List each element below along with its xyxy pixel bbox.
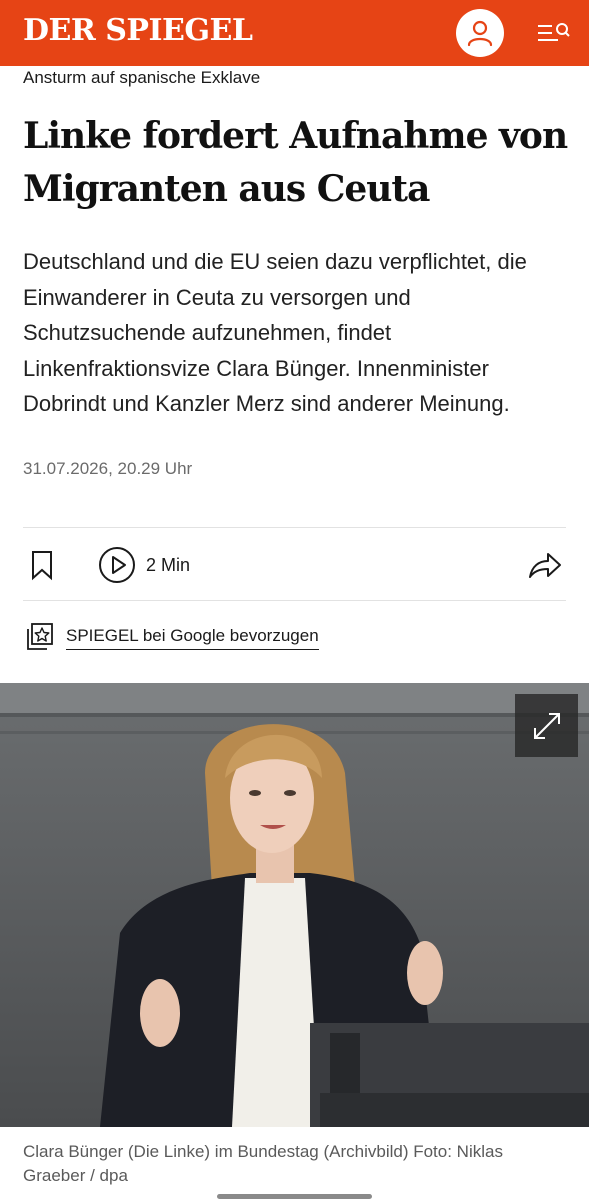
divider [23, 600, 566, 601]
expand-icon [533, 712, 560, 739]
spiegel-logo[interactable]: DER SPIEGEL [23, 13, 253, 49]
top-bar: DER SPIEGEL [0, 0, 589, 66]
bookmark-button[interactable] [28, 549, 56, 581]
audio-play-button[interactable] [98, 546, 136, 584]
divider [23, 527, 566, 528]
google-preference-label[interactable]: SPIEGEL bei Google bevorzugen [66, 625, 319, 650]
bookmark-icon [32, 551, 52, 581]
account-button[interactable] [456, 9, 504, 57]
article-kicker: Ansturm auf spanische Exklave [23, 68, 261, 87]
home-indicator[interactable] [217, 1194, 372, 1199]
share-button[interactable] [527, 548, 563, 582]
article-headline: Linke fordert Aufnahme von Migranten aus… [23, 115, 568, 210]
google-preference-link[interactable]: SPIEGEL bei Google bevorzugen [26, 620, 319, 654]
play-icon [99, 547, 135, 583]
audio-duration[interactable]: 2 Min [146, 554, 190, 576]
expand-image-button[interactable] [515, 694, 578, 757]
publish-date: 31.07.2026, 20.29 Uhr [23, 459, 193, 478]
photo-caption: Clara Bünger (Die Linke) im Bundestag (A… [23, 1142, 503, 1185]
menu-button[interactable] [536, 20, 572, 46]
menu-search-icon [538, 23, 570, 41]
google-star-icon [27, 623, 53, 650]
article-intro: Deutschland und die EU seien dazu verpfl… [23, 249, 527, 416]
article-photo[interactable] [0, 683, 589, 1127]
user-icon [467, 20, 493, 47]
share-icon [529, 553, 561, 578]
